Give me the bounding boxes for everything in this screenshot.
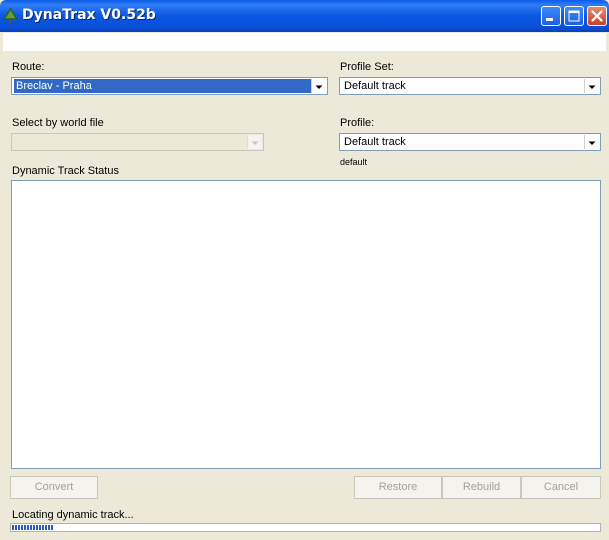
progress-block — [21, 525, 23, 530]
minimize-button[interactable] — [541, 6, 561, 26]
route-select[interactable]: Breclav - Praha — [11, 77, 328, 95]
convert-button[interactable]: Convert — [10, 476, 98, 499]
profile-select[interactable]: Default track — [339, 133, 601, 151]
progress-bar — [10, 523, 601, 532]
main-window: DynaTrax V0.52b Route: Breclav - Praha P… — [0, 0, 609, 540]
cancel-button[interactable]: Cancel — [521, 476, 601, 499]
title-bar[interactable]: DynaTrax V0.52b — [0, 0, 609, 32]
progress-block — [12, 525, 14, 530]
world-file-label: Select by world file — [12, 117, 104, 129]
status-log[interactable] — [11, 180, 601, 469]
status-text: Locating dynamic track... — [12, 509, 134, 521]
profile-set-selected-value: Default track — [344, 80, 406, 92]
progress-fill — [12, 525, 56, 530]
chevron-down-icon — [251, 141, 259, 145]
menu-strip — [3, 33, 606, 51]
progress-block — [18, 525, 20, 530]
progress-block — [39, 525, 41, 530]
profile-dropdown-button[interactable] — [584, 135, 599, 149]
profile-set-dropdown-button[interactable] — [584, 79, 599, 93]
progress-block — [27, 525, 29, 530]
profile-selected-value: Default track — [344, 136, 406, 148]
maximize-icon — [568, 10, 580, 22]
minimize-icon — [546, 18, 553, 21]
progress-block — [24, 525, 26, 530]
profile-note: default — [340, 157, 368, 167]
progress-block — [33, 525, 35, 530]
route-dropdown-button[interactable] — [311, 79, 326, 93]
profile-set-label: Profile Set: — [340, 61, 394, 73]
close-icon — [591, 10, 603, 22]
world-file-selected-value — [14, 135, 18, 149]
window-title: DynaTrax V0.52b — [22, 7, 156, 23]
app-tree-icon — [3, 8, 18, 23]
route-label: Route: — [12, 61, 45, 73]
maximize-button[interactable] — [564, 6, 584, 26]
profile-label: Profile: — [340, 117, 375, 129]
chevron-down-icon — [588, 141, 596, 145]
progress-block — [15, 525, 17, 530]
rebuild-button[interactable]: Rebuild — [442, 476, 521, 499]
progress-block — [30, 525, 32, 530]
progress-block — [48, 525, 50, 530]
progress-block — [42, 525, 44, 530]
route-selected-value: Breclav - Praha — [14, 79, 311, 93]
world-file-select — [11, 133, 264, 151]
restore-button[interactable]: Restore — [354, 476, 442, 499]
chevron-down-icon — [588, 85, 596, 89]
profile-set-select[interactable]: Default track — [339, 77, 601, 95]
progress-block — [51, 525, 53, 530]
world-file-dropdown-button — [247, 135, 262, 149]
chevron-down-icon — [315, 85, 323, 89]
progress-block — [45, 525, 47, 530]
close-button[interactable] — [587, 6, 607, 26]
progress-block — [36, 525, 38, 530]
status-label: Dynamic Track Status — [12, 165, 119, 177]
